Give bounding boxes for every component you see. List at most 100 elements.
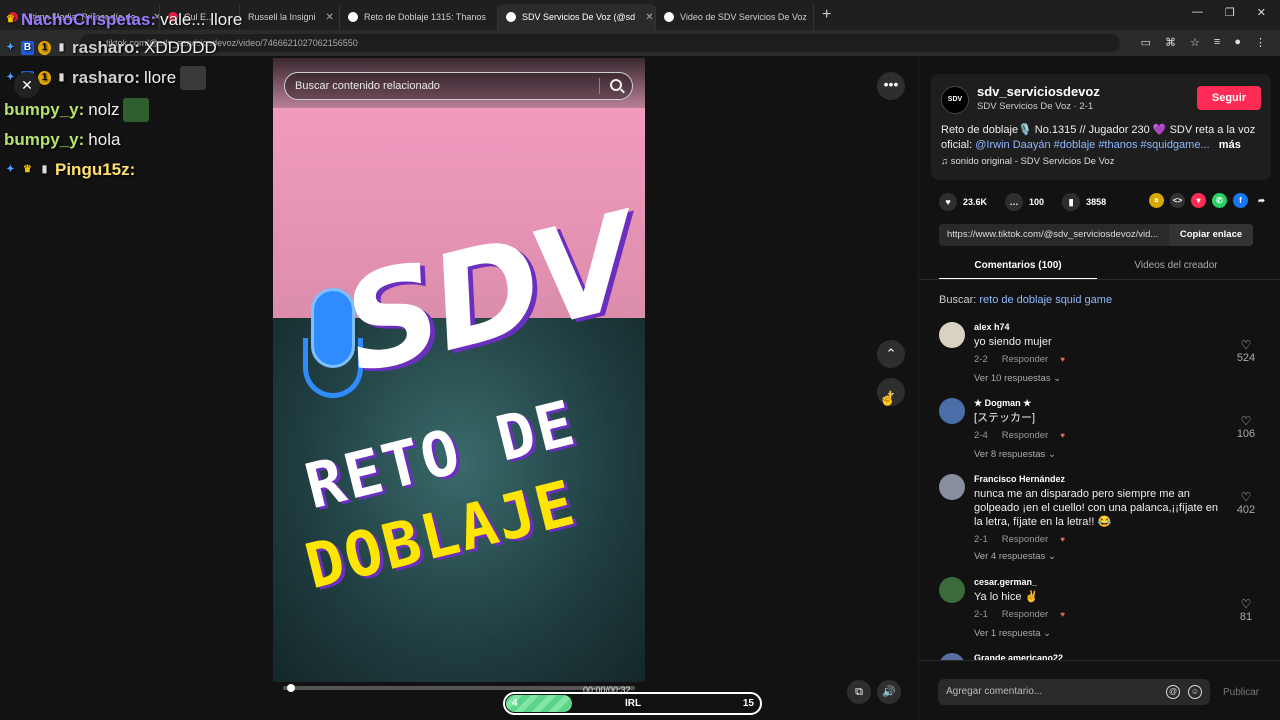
reply-button[interactable]: Responder: [1002, 430, 1048, 441]
cast-icon[interactable]: ▭: [1141, 36, 1151, 49]
sword-badge-icon: ✦: [6, 42, 15, 53]
tab-comments[interactable]: Comentarios (100): [939, 260, 1097, 271]
video-details-panel: SDV sdv_serviciosdevoz SDV Servicios De …: [918, 56, 1280, 720]
profile-avatar[interactable]: ●: [1234, 36, 1241, 49]
coin-icon[interactable]: ¤: [1149, 193, 1164, 208]
volume-button[interactable]: 🔊: [877, 680, 901, 704]
creator-avatar[interactable]: SDV: [941, 86, 969, 114]
chat-line: ✦ ♛ ▮ Pingu15z:: [4, 160, 139, 180]
comment-like[interactable]: ♡ 402: [1231, 490, 1261, 516]
reply-button[interactable]: Responder: [1002, 534, 1048, 545]
media-icon[interactable]: ≡: [1214, 36, 1220, 49]
close-video-button[interactable]: ✕: [14, 72, 40, 98]
bookmark-star-icon[interactable]: ☆: [1190, 36, 1200, 49]
chat-line: bumpy_y: nolz: [4, 98, 150, 122]
comment-like-count: 402: [1236, 504, 1256, 516]
divider: [599, 78, 600, 94]
commenter-avatar[interactable]: [939, 577, 965, 603]
tab-creator-videos[interactable]: Videos del creador: [1097, 260, 1255, 271]
bits-badge-icon: ▮: [58, 72, 65, 83]
creator-subname: SDV Servicios De Voz · 2-1: [977, 101, 1094, 112]
comment-like[interactable]: ♡ 524: [1231, 338, 1261, 364]
stream-chat-overlay: ♛ NachoCrispetas: vale... llore ✦ B 1 ▮ …: [0, 10, 270, 256]
view-replies-link[interactable]: Ver 10 respuestas ⌄: [974, 373, 1061, 384]
browser-tab-active[interactable]: SDV Servicios De Voz (@sd ✕: [498, 4, 656, 30]
view-replies-link[interactable]: Ver 8 respuestas ⌄: [974, 449, 1056, 460]
commenter-avatar[interactable]: [939, 398, 965, 424]
reply-button[interactable]: Responder: [1002, 354, 1048, 365]
comment-like[interactable]: ♡ 106: [1231, 414, 1261, 440]
search-icon[interactable]: [610, 79, 622, 91]
related-search-input[interactable]: Buscar contenido relacionado: [284, 72, 633, 100]
pip-button[interactable]: ⧉: [847, 680, 871, 704]
browser-tab[interactable]: Reto de Doblaje 1315: Thanos✕: [340, 4, 498, 30]
bookmark-icon[interactable]: ▮: [1062, 193, 1081, 211]
close-tab-icon[interactable]: ✕: [326, 12, 334, 23]
more-link[interactable]: más: [1219, 139, 1241, 151]
browser-tab[interactable]: Russell la Insigni ✕: [240, 4, 340, 30]
share-arrow-icon[interactable]: ➦: [1254, 193, 1269, 208]
save-stat[interactable]: ▮ 3858: [1062, 193, 1106, 211]
creator-info-card: SDV sdv_serviciosdevoz SDV Servicios De …: [931, 74, 1271, 180]
translate-icon[interactable]: ⌘: [1165, 36, 1176, 49]
comment-like[interactable]: ♡ 81: [1231, 597, 1261, 623]
comment-input[interactable]: Agregar comentario... @ ☺: [938, 679, 1210, 705]
comment-item: Francisco Hernández nunca me an disparad…: [939, 474, 1269, 574]
embed-icon[interactable]: <>: [1170, 193, 1185, 208]
comment-meta: 2-2 Responder ♥: [974, 354, 1065, 365]
copy-link-button[interactable]: Copiar enlace: [1169, 224, 1253, 246]
comment-username[interactable]: Francisco Hernández: [974, 474, 1065, 484]
chat-line: bumpy_y: hola: [4, 130, 120, 150]
more-options-button[interactable]: •••: [877, 72, 905, 100]
like-stat[interactable]: ♥ 23.6K: [939, 193, 987, 211]
close-tab-icon[interactable]: ✕: [645, 12, 653, 23]
reply-button[interactable]: Responder: [1002, 609, 1048, 620]
chat-username: rasharo:: [72, 38, 141, 57]
comment-item: cesar.german_ Ya lo hice ✌️ 2-1 Responder…: [939, 577, 1269, 647]
url-input[interactable]: tiktok.com/@sdv_serviciosdevoz/video/746…: [80, 34, 1120, 52]
view-replies-link[interactable]: Ver 4 respuestas ⌄: [974, 551, 1056, 562]
browser-tab[interactable]: Video de SDV Servicios De Voz✕: [656, 4, 814, 30]
maximize-button[interactable]: ❐: [1225, 6, 1235, 19]
comment-icon[interactable]: …: [1005, 193, 1024, 211]
heart-icon[interactable]: ♥: [939, 193, 957, 211]
commenter-avatar[interactable]: [939, 322, 965, 348]
irl-goal-target: 15: [742, 698, 754, 709]
commenter-avatar[interactable]: [939, 474, 965, 500]
comment-username[interactable]: ★ Dogman ★: [974, 398, 1031, 409]
view-replies-link[interactable]: Ver 1 respuesta ⌄: [974, 628, 1051, 639]
close-window-button[interactable]: ✕: [1257, 6, 1266, 19]
heart-outline-icon[interactable]: ♡: [1231, 490, 1261, 504]
follow-button[interactable]: Seguir: [1197, 86, 1261, 110]
menu-icon[interactable]: ⋮: [1255, 36, 1266, 49]
send-icon[interactable]: ▾: [1191, 193, 1206, 208]
comment-username[interactable]: cesar.german_: [974, 577, 1037, 587]
mention-icon[interactable]: @: [1166, 685, 1180, 699]
description-tags[interactable]: @Irwin Daayán #doblaje #thanos #squidgam…: [975, 139, 1209, 151]
chat-message: hola: [88, 130, 121, 149]
heart-outline-icon[interactable]: ♡: [1231, 414, 1261, 428]
bits-badge-icon: ▮: [41, 164, 48, 175]
emoji-icon[interactable]: ☺: [1188, 685, 1202, 699]
whatsapp-icon[interactable]: ✆: [1212, 193, 1227, 208]
sound-link[interactable]: ♫ sonido original - SDV Servicios De Voz: [941, 156, 1114, 167]
comment-username[interactable]: alex h74: [974, 322, 1010, 332]
facebook-icon[interactable]: f: [1233, 193, 1248, 208]
heart-outline-icon[interactable]: ♡: [1231, 338, 1261, 352]
publish-button[interactable]: Publicar: [1223, 687, 1259, 698]
video-player[interactable]: SDV RETO DE DOBLAJE: [273, 58, 645, 682]
video-link-text[interactable]: https://www.tiktok.com/@sdv_serviciosdev…: [947, 229, 1158, 240]
like-count: 23.6K: [963, 197, 988, 207]
minimize-button[interactable]: —: [1192, 6, 1203, 19]
new-tab-button[interactable]: +: [822, 6, 831, 24]
search-suggestion-query[interactable]: reto de doblaje squid game: [979, 294, 1112, 306]
search-suggestion[interactable]: Buscar: reto de doblaje squid game: [939, 294, 1112, 306]
heart-outline-icon[interactable]: ♡: [1231, 597, 1261, 611]
creator-username[interactable]: sdv_serviciosdevoz: [977, 84, 1100, 99]
progress-handle[interactable]: [286, 684, 295, 692]
comment-like-count: 81: [1239, 611, 1253, 623]
previous-video-button[interactable]: ⌃: [877, 340, 905, 368]
comment-meta: 2-1 Responder ♥: [974, 534, 1065, 545]
engagement-stats: ♥ 23.6K … 100 ▮ 3858 ¤ <> ▾ ✆ f ➦: [939, 192, 1269, 212]
comment-stat[interactable]: … 100: [1005, 193, 1044, 211]
